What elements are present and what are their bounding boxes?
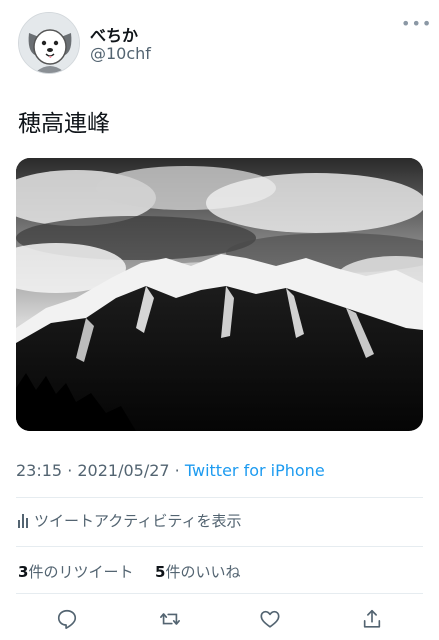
meta-separator: · — [169, 461, 185, 480]
tweet-date: 2021/05/27 — [77, 461, 170, 480]
share-button[interactable] — [357, 604, 387, 634]
avatar[interactable] — [18, 12, 80, 74]
share-icon — [363, 609, 381, 628]
divider — [16, 546, 423, 547]
retweet-icon — [160, 613, 180, 625]
reply-button[interactable] — [52, 604, 82, 634]
like-button[interactable] — [255, 604, 285, 634]
tweet-actions — [0, 604, 439, 634]
tweet-text: 穂高連峰 — [18, 111, 110, 137]
reply-icon — [57, 609, 77, 629]
tweet-activity-link[interactable]: ツイートアクティビティを表示 — [18, 510, 241, 531]
meta-separator: · — [62, 461, 78, 480]
retweets-stat[interactable]: 3件のリツイート — [18, 563, 133, 581]
dog-avatar-icon — [19, 13, 79, 73]
tweet-image[interactable] — [16, 158, 423, 431]
retweets-label: 件のリツイート — [28, 563, 134, 581]
activity-chart-icon — [18, 513, 28, 528]
user-handle[interactable]: @10chf — [90, 44, 151, 63]
mountain-photo-icon — [16, 158, 423, 431]
tweet-header: べちか @10chf ••• — [18, 12, 431, 76]
like-icon — [260, 610, 280, 628]
activity-label: ツイートアクティビティを表示 — [34, 512, 242, 530]
divider — [16, 593, 423, 594]
retweet-button[interactable] — [155, 604, 185, 634]
display-name[interactable]: べちか — [90, 22, 138, 46]
likes-label: 件のいいね — [165, 563, 241, 581]
likes-count: 5 — [155, 563, 166, 581]
more-icon[interactable]: ••• — [401, 16, 431, 32]
tweet-meta: 23:15 · 2021/05/27 · Twitter for iPhone — [16, 461, 325, 480]
tweet-source-link[interactable]: Twitter for iPhone — [185, 461, 325, 480]
likes-stat[interactable]: 5件のいいね — [155, 563, 240, 581]
tweet-stats: 3件のリツイート 5件のいいね — [18, 561, 240, 582]
tweet-time: 23:15 — [16, 461, 63, 480]
divider — [16, 497, 423, 498]
retweets-count: 3 — [18, 563, 29, 581]
